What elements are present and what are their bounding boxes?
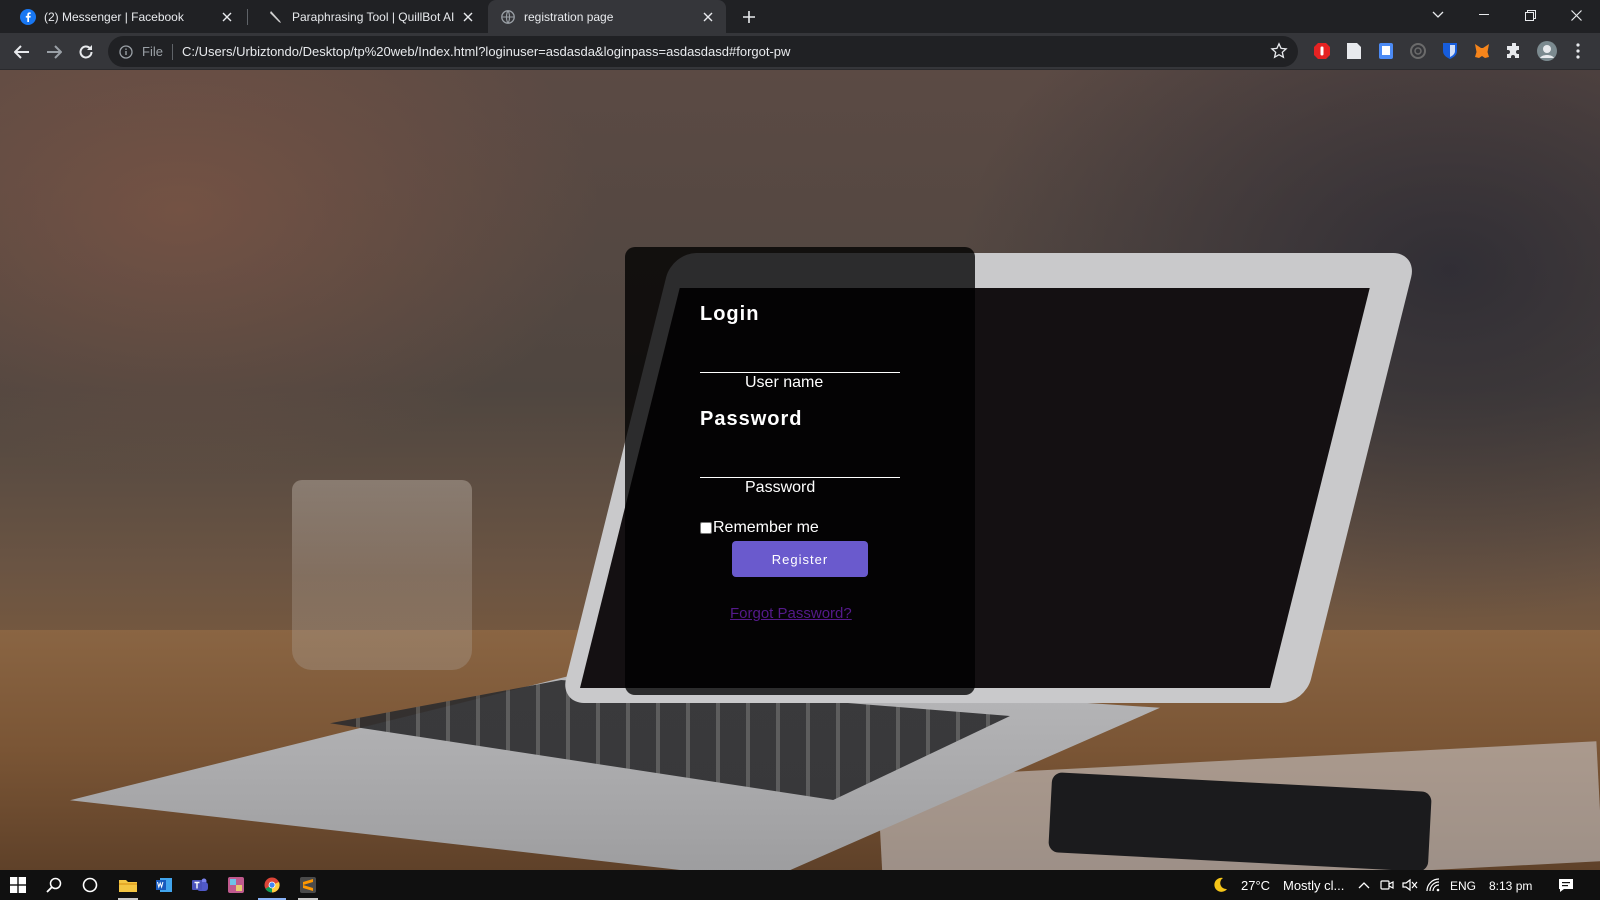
forward-button[interactable] [40,38,68,66]
tab-registration[interactable]: registration page [488,0,726,33]
teams-icon[interactable] [182,870,218,900]
background-water-glass [292,480,472,670]
username-label: User name [745,374,824,391]
close-icon[interactable] [458,7,478,27]
bookmark-extension-icon[interactable] [1377,42,1395,60]
omnibox-divider [171,43,173,60]
password-heading: Password [700,408,803,430]
username-input[interactable] [700,372,900,373]
browser-toolbar: File C:/Users/Urbiztondo/Desktop/tp%20we… [0,33,1600,70]
weather-description[interactable]: Mostly cl... [1283,878,1344,893]
info-icon[interactable] [118,44,134,60]
sublime-text-icon[interactable] [290,870,326,900]
photo-app-icon[interactable] [218,870,254,900]
tab-messenger[interactable]: (2) Messenger | Facebook [0,0,245,33]
login-card: Login User name Password Password Rememb… [625,247,975,695]
chrome-icon[interactable] [254,870,290,900]
tab-search-button[interactable] [1415,0,1461,30]
globe-icon [500,9,516,25]
windows-taskbar: 27°C Mostly cl... ENG 8:13 pm [0,870,1600,900]
word-icon[interactable] [146,870,182,900]
password-label: Password [745,479,816,496]
login-heading: Login [700,303,760,325]
tab-title: registration page [524,9,614,24]
weather-moon-icon[interactable] [1208,870,1232,900]
reload-button[interactable] [72,38,100,66]
back-button[interactable] [8,38,36,66]
chevron-up-icon[interactable] [1352,870,1376,900]
menu-kebab-icon[interactable] [1569,42,1587,60]
meet-now-icon[interactable] [1376,870,1398,900]
tab-quillbot[interactable]: Paraphrasing Tool | QuillBot AI [248,0,486,33]
file-scheme-label: File [142,44,163,59]
address-bar[interactable]: File C:/Users/Urbiztondo/Desktop/tp%20we… [108,36,1298,67]
circle-extension-icon[interactable] [1409,42,1427,60]
minimize-button[interactable] [1461,0,1507,30]
new-tab-button[interactable] [737,5,761,29]
tab-strip: (2) Messenger | Facebook Paraphrasing To… [0,0,1600,33]
bookmark-star-icon[interactable] [1270,42,1288,60]
remember-me-checkbox[interactable] [700,522,712,534]
tab-title: Paraphrasing Tool | QuillBot AI [292,9,455,24]
speaker-muted-icon[interactable] [1398,870,1422,900]
cortana-icon[interactable] [72,870,108,900]
remember-me-label: Remember me [713,519,819,536]
remember-me-row: Remember me [700,519,819,537]
register-button[interactable]: Register [732,541,868,577]
adblock-extension-icon[interactable] [1313,42,1331,60]
profile-avatar[interactable] [1537,41,1557,61]
search-icon[interactable] [36,870,72,900]
url-text[interactable]: C:/Users/Urbiztondo/Desktop/tp%20web/Ind… [182,44,790,59]
metamask-extension-icon[interactable] [1473,42,1491,60]
forgot-password-link[interactable]: Forgot Password? [730,605,852,622]
notification-center-icon[interactable] [1551,870,1581,900]
facebook-icon [20,8,36,25]
clock-time[interactable]: 8:13 pm [1489,879,1532,893]
tab-title: (2) Messenger | Facebook [44,9,184,24]
close-icon[interactable] [217,7,237,27]
close-icon[interactable] [698,7,718,27]
document-extension-icon[interactable] [1345,42,1363,60]
page-viewport: Login User name Password Password Rememb… [0,70,1600,870]
file-explorer-icon[interactable] [110,870,146,900]
quillbot-icon [268,9,284,25]
weather-temperature[interactable]: 27°C [1241,878,1270,893]
puzzle-extensions-icon[interactable] [1505,42,1523,60]
windows-start-icon[interactable] [0,870,36,900]
language-indicator[interactable]: ENG [1450,879,1476,893]
bitwarden-extension-icon[interactable] [1441,42,1459,60]
password-input[interactable] [700,477,900,478]
restore-button[interactable] [1507,0,1553,30]
close-window-button[interactable] [1553,0,1599,30]
wifi-icon[interactable] [1422,870,1446,900]
